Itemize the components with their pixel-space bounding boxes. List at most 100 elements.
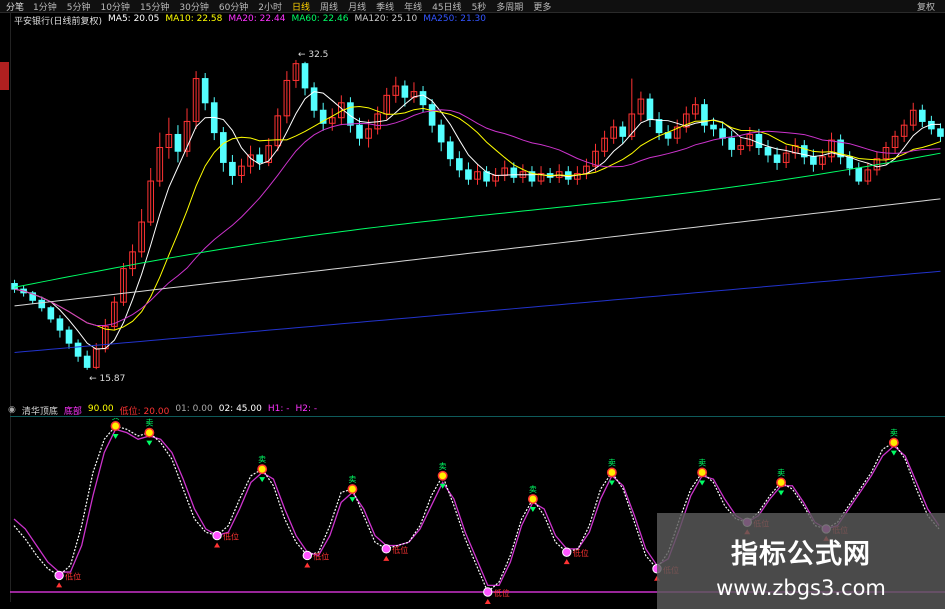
period-tab-9[interactable]: 月线 <box>343 0 371 13</box>
sell-signal: 卖 <box>144 419 155 446</box>
candle <box>773 147 781 170</box>
period-tab-11[interactable]: 年线 <box>399 0 427 13</box>
candle <box>201 72 209 111</box>
candle <box>646 93 654 128</box>
period-tab-4[interactable]: 30分钟 <box>174 0 213 13</box>
svg-text:低位: 低位 <box>313 551 329 561</box>
candle <box>782 145 790 169</box>
candle <box>410 82 418 103</box>
main-kline-chart[interactable]: ← 32.5 ← 15.87 <box>10 24 945 404</box>
candle <box>828 132 835 163</box>
candle <box>519 164 527 183</box>
period-tab-2[interactable]: 10分钟 <box>95 0 134 13</box>
period-tab-10[interactable]: 季线 <box>371 0 399 13</box>
sub-indicator-values: 底部 90.00 低位: 20.00 01: 0.00 02: 45.00 H1: - H2… <box>64 404 317 417</box>
candle <box>220 127 227 172</box>
period-tab-0[interactable]: 1分钟 <box>28 0 62 13</box>
candle <box>283 71 291 124</box>
buy-signal: 低位 <box>212 530 239 548</box>
candle <box>664 125 672 146</box>
candle <box>165 117 173 159</box>
candle <box>492 168 499 187</box>
candle <box>737 138 745 155</box>
radio-dot-icon[interactable]: ◉ <box>8 405 16 415</box>
svg-text:卖: 卖 <box>608 458 616 467</box>
low-price-label: ← 15.87 <box>89 374 125 384</box>
buy-signal: 低位 <box>302 550 329 568</box>
candle <box>682 106 690 133</box>
svg-text:卖: 卖 <box>145 419 153 428</box>
candle <box>937 123 944 142</box>
period-tab-14[interactable]: 多周期 <box>491 0 528 13</box>
candle <box>764 140 772 163</box>
candle <box>256 147 263 170</box>
svg-text:卖: 卖 <box>439 462 447 471</box>
sub-indicator-name[interactable]: 清华顶底 <box>22 404 58 417</box>
candle <box>292 59 300 88</box>
period-tab-3[interactable]: 15分钟 <box>135 0 174 13</box>
candle <box>392 76 400 103</box>
period-tab-7[interactable]: 日线 <box>287 0 315 13</box>
candle <box>637 91 645 122</box>
candle <box>129 244 136 277</box>
candle <box>83 350 91 370</box>
sub-indicator-title: ◉ 清华顶底 底部 90.00 低位: 20.00 01: 0.00 02: 45.00… <box>8 404 317 417</box>
watermark-title: 指标公式网 <box>731 539 871 570</box>
period-tab-8[interactable]: 周线 <box>315 0 343 13</box>
candle <box>47 305 55 323</box>
candle <box>873 151 881 176</box>
period-tab-1[interactable]: 5分钟 <box>62 0 96 13</box>
svg-text:低位: 低位 <box>494 588 510 598</box>
candle <box>347 97 354 133</box>
candle <box>465 162 472 185</box>
svg-text:低位: 低位 <box>65 571 81 581</box>
candle <box>846 151 853 176</box>
candle <box>728 130 735 157</box>
period-tab-5[interactable]: 60分钟 <box>214 0 253 13</box>
candle <box>56 315 64 338</box>
svg-text:低位: 低位 <box>392 545 408 555</box>
candle <box>601 130 608 157</box>
candle <box>74 339 82 362</box>
buy-signal: 低位 <box>562 547 589 565</box>
candle <box>301 61 309 96</box>
sub-value-4: 02: 45.00 <box>218 403 262 414</box>
svg-text:卖: 卖 <box>777 468 785 477</box>
candle <box>192 71 200 129</box>
candle <box>174 125 182 163</box>
period-tab-6[interactable]: 2小时 <box>253 0 287 13</box>
period-tab-13[interactable]: 5秒 <box>467 0 492 13</box>
candle <box>156 132 164 187</box>
sub-value-5: H1: - <box>267 403 290 414</box>
buy-signal: 低位 <box>483 587 510 604</box>
watermark-url: www.zbgs3.com <box>716 576 886 600</box>
candle <box>446 136 454 167</box>
period-toolbar: 分笔 1分钟 5分钟 10分钟 15分钟 30分钟 60分钟 2小时 日线 周线 月线 季线 年线 45… <box>0 0 945 13</box>
candle <box>900 119 908 142</box>
candle <box>701 99 708 133</box>
ma250-line <box>14 270 941 353</box>
candle <box>909 102 917 131</box>
side-tab[interactable] <box>0 62 9 90</box>
sell-signal: 卖 <box>776 468 787 496</box>
sell-signal: 卖 <box>888 429 899 456</box>
candle <box>800 140 808 165</box>
period-tab-12[interactable]: 45日线 <box>427 0 466 13</box>
watermark-overlay: 指标公式网 www.zbgs3.com <box>657 513 945 609</box>
sub-value-0: 底部 <box>63 406 82 417</box>
svg-text:卖: 卖 <box>348 475 356 484</box>
candle <box>918 104 926 128</box>
candle <box>456 151 463 178</box>
high-price-label: ← 32.5 <box>298 50 328 60</box>
sub-value-2: 低位: 20.00 <box>119 406 170 417</box>
candle <box>319 102 327 131</box>
panel-divider <box>10 416 945 417</box>
svg-text:低位: 低位 <box>573 548 589 558</box>
candle <box>229 154 236 185</box>
period-tab-15[interactable]: 更多 <box>528 0 556 13</box>
adjust-button[interactable]: 复权 <box>917 0 945 13</box>
sell-signal: 卖 <box>347 475 358 503</box>
candle <box>610 119 617 144</box>
tick-detail-tab[interactable]: 分笔 <box>0 0 28 13</box>
candle <box>120 263 127 306</box>
